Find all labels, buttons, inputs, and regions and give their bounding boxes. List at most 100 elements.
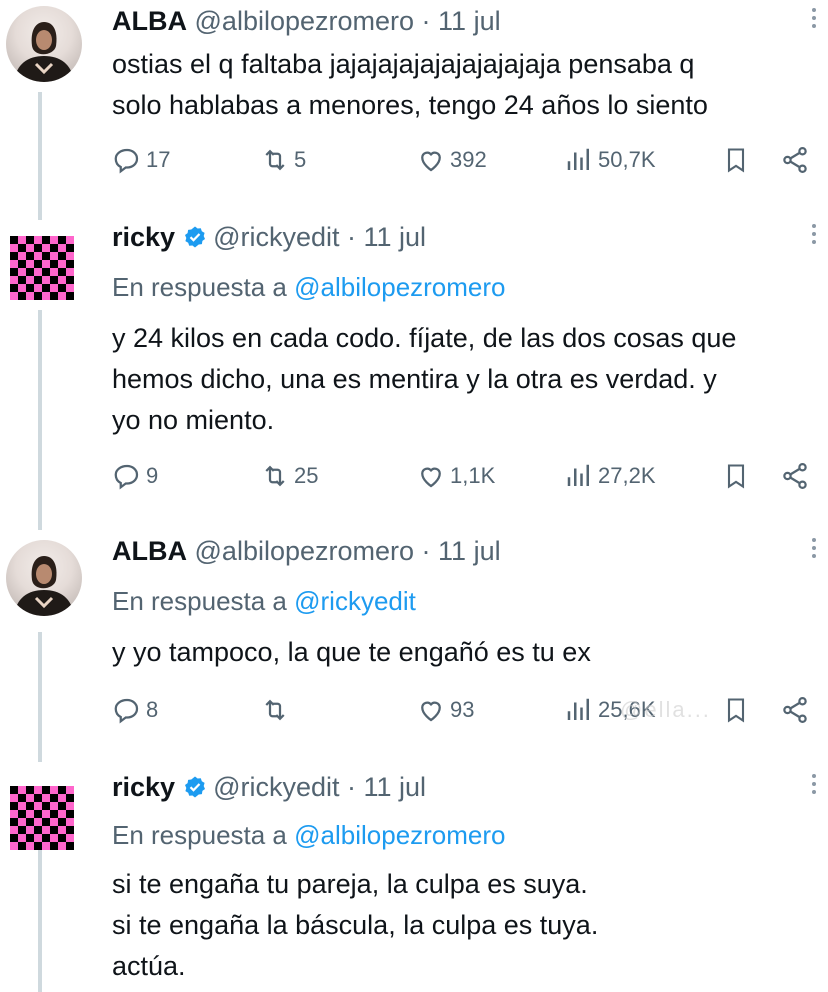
tweet-text-line: si te engaña la báscula, la culpa es tuy… — [112, 910, 599, 940]
tweet[interactable]: ALBA @albilopezromero · 11 jul ostias el… — [0, 6, 828, 196]
tweet-text-line: actúa. — [112, 951, 186, 981]
heart-icon — [421, 701, 441, 722]
replying-to: En respuesta a @albilopezromero — [112, 820, 506, 851]
views-button[interactable]: 50,7K — [564, 142, 656, 178]
like-count: 392 — [450, 147, 487, 172]
tweet-text-line: y 24 kilos en cada codo. fíjate, de las … — [112, 323, 737, 353]
like-count: 1,1K — [450, 463, 496, 488]
user-handle[interactable]: @albilopezromero — [195, 536, 415, 566]
replying-label: En respuesta a — [112, 586, 287, 616]
user-handle[interactable]: @rickyedit — [213, 772, 339, 802]
share-icon — [783, 697, 807, 723]
tweet-date[interactable]: · 11 jul — [347, 772, 426, 802]
tweet-text-line: hemos dicho, una es mentira y la otra es… — [112, 364, 717, 394]
tweet-actions: 8 93 25,6K — [112, 692, 822, 728]
like-count: 93 — [450, 697, 475, 722]
retweet-count: 25 — [294, 463, 319, 488]
retweet-icon — [265, 465, 285, 487]
reply-count: 8 — [146, 697, 159, 722]
like-button[interactable]: 392 — [416, 142, 487, 178]
tweet-header: ricky @rickyedit · 11 jul — [112, 222, 426, 258]
views-icon — [567, 464, 589, 486]
views-icon — [567, 698, 589, 720]
reply-button[interactable]: 8 — [112, 692, 158, 728]
replying-to: En respuesta a @albilopezromero — [112, 272, 506, 303]
user-handle[interactable]: @albilopezromero — [195, 6, 415, 36]
reply-button[interactable]: 17 — [112, 142, 170, 178]
display-name[interactable]: ricky — [112, 222, 175, 252]
reply-icon — [114, 464, 139, 490]
tweet-text: ostias el q faltaba jajajajajajajajajaja… — [112, 44, 822, 126]
reply-count: 9 — [146, 463, 159, 488]
replying-label: En respuesta a — [112, 820, 287, 850]
tweet-header: ALBA @albilopezromero · 11 jul — [112, 536, 501, 572]
retweet-icon — [265, 149, 285, 171]
tweet-text: si te engaña tu pareja, la culpa es suya… — [112, 864, 822, 987]
like-button[interactable]: 93 — [416, 692, 474, 728]
watermark: @ella... — [620, 697, 711, 722]
more-options-icon[interactable] — [812, 538, 818, 562]
views-button[interactable]: 27,2K — [564, 458, 656, 494]
reply-icon — [114, 698, 139, 724]
display-name[interactable]: ALBA — [112, 6, 187, 36]
reply-count: 17 — [146, 147, 171, 172]
checkerboard-avatar — [10, 236, 74, 300]
tweet-date[interactable]: · 11 jul — [422, 536, 501, 566]
retweet-button[interactable] — [260, 692, 294, 728]
avatar[interactable] — [6, 6, 82, 82]
share-button[interactable] — [780, 461, 810, 497]
heart-icon — [421, 151, 441, 172]
avatar[interactable] — [10, 236, 74, 300]
retweet-count: 5 — [294, 147, 307, 172]
tweet[interactable]: ricky @rickyedit · 11 jul En respuesta a … — [0, 772, 828, 992]
tweet-actions: 9 25 1,1K 27,2K — [112, 458, 822, 494]
tweet-header: ricky @rickyedit · 11 jul — [112, 772, 426, 808]
reply-icon — [114, 148, 139, 174]
share-button[interactable] — [780, 695, 810, 731]
more-options-icon[interactable] — [812, 224, 818, 248]
tweet-date[interactable]: · 11 jul — [422, 6, 501, 36]
more-options-icon[interactable] — [812, 8, 818, 32]
verified-badge-icon — [185, 226, 206, 248]
display-name[interactable]: ALBA — [112, 536, 187, 566]
replying-label: En respuesta a — [112, 272, 287, 302]
avatar[interactable] — [10, 786, 74, 850]
bookmark-icon — [727, 148, 745, 173]
tweet-header: ALBA @albilopezromero · 11 jul — [112, 6, 501, 42]
retweet-button[interactable]: 5 — [260, 142, 306, 178]
bookmark-button[interactable] — [722, 145, 750, 181]
user-handle[interactable]: @rickyedit — [213, 222, 339, 252]
heart-icon — [421, 467, 441, 488]
reply-mention-link[interactable]: @rickyedit — [294, 586, 416, 616]
reply-mention-link[interactable]: @albilopezromero — [294, 272, 505, 302]
verified-badge-icon — [185, 776, 206, 798]
tweet-text-line: ostias el q faltaba jajajajajajajajajaja… — [112, 49, 695, 79]
like-button[interactable]: 1,1K — [416, 458, 495, 494]
reply-button[interactable]: 9 — [112, 458, 158, 494]
tweet-actions: 17 5 392 50,7K — [112, 142, 822, 178]
bookmark-icon — [727, 698, 745, 723]
share-button[interactable] — [780, 145, 810, 181]
views-icon — [567, 148, 589, 170]
tweet[interactable]: ricky @rickyedit · 11 jul En respuesta a … — [0, 222, 828, 512]
share-icon — [783, 463, 807, 489]
tweet-text-line: yo no miento. — [112, 405, 275, 435]
checkerboard-avatar — [10, 786, 74, 850]
views-count: 50,7K — [598, 147, 656, 172]
retweet-button[interactable]: 25 — [260, 458, 318, 494]
bookmark-icon — [727, 464, 745, 489]
tweet-date[interactable]: · 11 jul — [347, 222, 426, 252]
share-icon — [783, 147, 807, 173]
views-count: 27,2K — [598, 463, 656, 488]
tweet-text-line: solo hablabas a menores, tengo 24 años l… — [112, 90, 708, 120]
bookmark-button[interactable] — [722, 461, 750, 497]
reply-mention-link[interactable]: @albilopezromero — [294, 820, 505, 850]
avatar[interactable] — [6, 540, 82, 616]
bookmark-button[interactable] — [722, 695, 750, 731]
tweet-text-line: si te engaña tu pareja, la culpa es suya… — [112, 869, 588, 899]
more-options-icon[interactable] — [812, 774, 818, 798]
tweet-text: y 24 kilos en cada codo. fíjate, de las … — [112, 318, 822, 441]
display-name[interactable]: ricky — [112, 772, 175, 802]
tweet-text: y yo tampoco, la que te engañó es tu ex — [112, 632, 822, 673]
tweet-text-line: y yo tampoco, la que te engañó es tu ex — [112, 637, 591, 667]
